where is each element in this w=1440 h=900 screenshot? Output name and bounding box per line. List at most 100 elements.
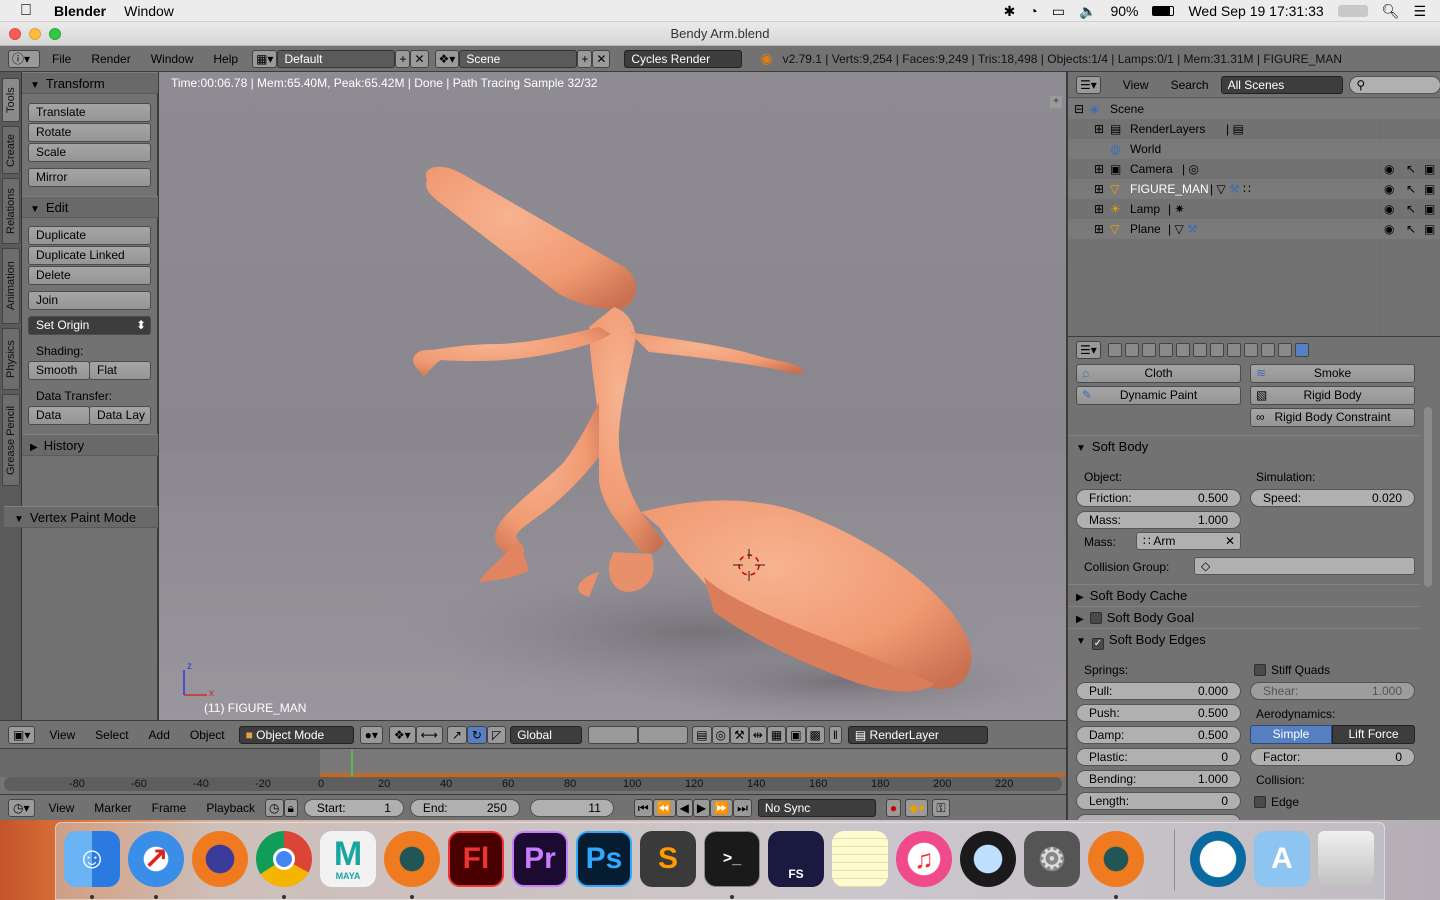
menu-select[interactable]: Select [95,728,128,742]
constraints-tab-icon[interactable] [1192,343,1207,357]
translate-manipulator-icon[interactable]: ↗ [446,725,467,744]
minimize-window-button[interactable] [29,28,41,40]
jump-end-icon[interactable]: ⏭ [733,798,752,817]
outliner-search-input[interactable]: ⚲ [1349,75,1440,94]
mirror-button[interactable]: Mirror [28,168,151,187]
duplicate-linked-button[interactable]: Duplicate Linked [28,246,151,265]
airplay-icon[interactable]: ▭ [1052,3,1065,20]
menu-view[interactable]: View [49,728,75,742]
physics-tab-icon[interactable] [1294,343,1309,357]
delete-button[interactable]: Delete [28,266,151,285]
scene-icon[interactable]: ❖▾ [434,49,460,68]
applications-folder-icon[interactable]: A [1254,831,1310,887]
visibility-eye-icon[interactable]: ◉ [1384,179,1394,199]
apple-icon[interactable]:  [20,2,32,20]
expand-icon[interactable]: ⊞ [1094,119,1104,139]
material-tab-icon[interactable] [1243,343,1258,357]
end-frame-field[interactable]: End: 250 [409,798,520,817]
remove-scene-icon[interactable]: ✕ [592,49,611,68]
menu-playback[interactable]: Playback [206,801,255,815]
sublime-text-icon[interactable]: S [640,831,696,887]
renderability-camera-icon[interactable]: ▣ [1424,179,1435,199]
render-tab-icon[interactable] [1107,343,1122,357]
play-icon[interactable]: ▶ [692,798,711,817]
add-layout-icon[interactable]: + [395,49,411,68]
outliner-row-scene[interactable]: ⊟ ◈ Scene [1068,99,1440,119]
vertex-paint-panel-header[interactable]: ▼ Vertex Paint Mode [4,506,158,528]
soft-body-panel-header[interactable]: ▼ Soft Body [1068,435,1420,457]
dynamic-paint-button[interactable]: ✎ Dynamic Paint [1076,386,1241,405]
menu-window[interactable]: Window [124,3,174,19]
pause-render-icon[interactable]: ‖ [828,725,842,744]
modifiers-tab-icon[interactable] [1209,343,1224,357]
expand-icon[interactable]: ⊞ [1094,179,1104,199]
menu-marker[interactable]: Marker [94,801,131,815]
duplicate-button[interactable]: Duplicate [28,226,151,245]
start-frame-field[interactable]: Start: 1 [303,798,404,817]
push-field[interactable]: Push: 0.500 [1076,704,1241,722]
editor-type-outliner-icon[interactable]: ☰▾ [1076,75,1101,94]
renderability-camera-icon[interactable]: ▣ [1424,219,1435,239]
tab-animation[interactable]: Animation [2,248,20,324]
quicktime-icon[interactable] [960,831,1016,887]
screen-layout-icon[interactable]: ▦▾ [252,49,278,68]
tab-create[interactable]: Create [2,126,20,174]
editor-type-3d-icon[interactable]: ▣▾ [8,725,36,744]
texture-tab-icon[interactable] [1260,343,1275,357]
plastic-field[interactable]: Plastic: 0 [1076,748,1241,766]
firefox-icon[interactable] [192,831,248,887]
render-layers-tab-icon[interactable] [1124,343,1139,357]
finder-icon[interactable]: ☺ [64,831,120,887]
scale-manipulator-icon[interactable]: ◸ [486,725,507,744]
collision-group-field[interactable]: ◇ [1194,557,1415,575]
soft-body-edges-checkbox[interactable]: ✓ [1091,638,1104,650]
soft-body-edges-panel-header[interactable]: ▼ ✓ Soft Body Edges [1068,628,1420,650]
pull-field[interactable]: Pull: 0.000 [1076,682,1241,700]
selectability-arrow-icon[interactable]: ↖ [1406,199,1416,219]
length-field[interactable]: Length: 0 [1076,792,1241,810]
history-panel-header[interactable]: ▶ History [22,434,158,456]
expand-icon[interactable]: ⊞ [1094,199,1104,219]
current-frame-field[interactable]: 11 [529,798,614,817]
properties-scrollbar[interactable] [1424,407,1432,587]
scene-tab-icon[interactable] [1141,343,1156,357]
close-window-button[interactable] [9,28,21,40]
premiere-icon[interactable]: Pr [512,831,568,887]
world-tab-icon[interactable] [1158,343,1173,357]
expand-icon[interactable]: ⊞ [1094,219,1104,239]
renderability-camera-icon[interactable]: ▣ [1424,199,1435,219]
system-preferences-icon[interactable]: ⚙ [1024,831,1080,887]
viewport-shading-icon[interactable]: ●▾ [359,725,383,744]
proportional-edit-icon[interactable]: ◎ [711,725,731,744]
zoom-window-button[interactable] [49,28,61,40]
opengl-anim-icon[interactable]: ▩ [805,725,825,744]
scene-select[interactable]: Scene [459,49,578,68]
notification-center-icon[interactable]: ☰ [1413,3,1426,20]
notes-icon[interactable] [832,831,888,887]
tab-relations[interactable]: Relations [2,178,20,244]
menu-frame[interactable]: Frame [152,801,187,815]
tab-tools[interactable]: Tools [2,78,20,122]
damp-field[interactable]: Damp: 0.500 [1076,726,1241,744]
mass-vertex-group-field[interactable]: ∷ Arm ✕ [1136,532,1241,550]
jump-keyframe-forward-icon[interactable]: ⏩ [710,798,734,817]
clear-field-icon[interactable]: ✕ [1225,533,1235,549]
keying-set-icon[interactable]: ◆▾ [905,798,929,817]
menu-window[interactable]: Window [151,52,194,66]
editor-type-properties-icon[interactable]: ☰▾ [1076,341,1101,359]
key-insert-icon[interactable]: ⚿ [932,798,950,817]
rotate-button[interactable]: Rotate [28,123,151,142]
app-menu[interactable]: Blender [54,3,106,19]
selectability-arrow-icon[interactable]: ↖ [1406,159,1416,179]
outliner-row-camera[interactable]: ⊞ ▣ Camera | ◎ ◉ ↖ ▣ [1068,159,1440,179]
safari-icon[interactable]: ↗ [128,831,184,887]
battery-percent[interactable]: 90% [1110,3,1138,19]
outliner-row-plane[interactable]: ⊞ ▽ Plane | ▽ ⚒ ◉ ↖ ▣ [1068,219,1440,239]
menu-add[interactable]: Add [149,728,170,742]
opengl-render-icon[interactable]: ▣ [786,725,806,744]
blender-icon-2[interactable] [1088,831,1144,887]
render-preview-icon[interactable]: ▦ [766,725,787,744]
menu-file[interactable]: File [52,52,71,66]
smoke-button[interactable]: ≋ Smoke [1250,364,1415,383]
3d-viewport[interactable]: Time:00:06.78 | Mem:65.40M, Peak:65.42M … [159,72,1066,720]
